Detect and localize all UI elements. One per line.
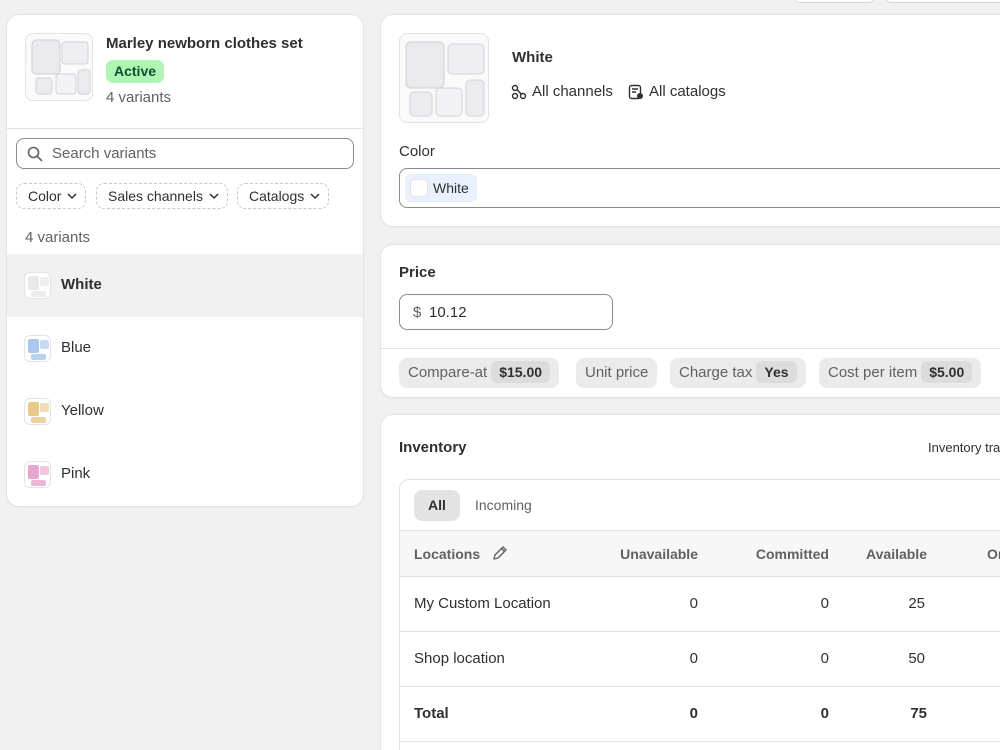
product-variant-count: 4 variants xyxy=(106,89,172,106)
column-available: Available xyxy=(866,546,927,562)
available-value[interactable]: 50 xyxy=(825,650,925,667)
color-label: Color xyxy=(399,143,435,160)
variant-title: White xyxy=(512,49,553,66)
column-locations: Locations xyxy=(414,546,481,562)
total-unavailable: 0 xyxy=(689,705,698,722)
inventory-table: All Incoming Locations Unavailable Commi… xyxy=(399,479,1000,750)
variant-thumbnail xyxy=(24,398,51,425)
filter-label: Catalogs xyxy=(249,188,305,204)
currency-symbol: $ xyxy=(413,304,422,321)
compare-at-pill[interactable]: Compare-at $15.00 xyxy=(399,358,560,388)
filter-sales-channels[interactable]: Sales channels xyxy=(96,183,228,209)
committed-value: 0 xyxy=(820,595,829,612)
compare-at-value: $15.00 xyxy=(491,361,551,383)
charge-tax-label: Charge tax xyxy=(679,364,753,381)
variant-row-yellow[interactable]: Yellow xyxy=(7,380,363,443)
color-chip[interactable]: White xyxy=(405,174,477,202)
variant-label: Blue xyxy=(61,339,92,356)
table-row: My Custom Location 0 0 25 xyxy=(400,577,1000,632)
chevron-down-icon xyxy=(209,193,219,200)
all-catalogs-link[interactable]: All catalogs xyxy=(628,83,726,100)
header-button-hint[interactable] xyxy=(887,0,1000,2)
compare-at-label: Compare-at xyxy=(408,364,488,381)
divider xyxy=(381,348,1000,349)
search-icon xyxy=(27,146,43,162)
variant-row-white[interactable]: White xyxy=(7,254,363,317)
tab-all[interactable]: All xyxy=(414,490,460,521)
variant-label: Pink xyxy=(61,465,91,482)
catalog-icon xyxy=(628,84,643,100)
inventory-tracking-link[interactable]: Inventory tra xyxy=(928,440,1000,455)
tab-incoming[interactable]: Incoming xyxy=(461,490,546,521)
cost-per-item-label: Cost per item xyxy=(828,364,918,381)
unit-price-pill[interactable]: Unit price xyxy=(576,358,658,388)
variants-count: 4 variants xyxy=(25,229,91,246)
total-label: Total xyxy=(414,705,449,722)
search-variants-field[interactable] xyxy=(16,138,354,169)
all-catalogs-label: All catalogs xyxy=(649,83,726,100)
location-name: My Custom Location xyxy=(414,595,551,612)
committed-value: 0 xyxy=(820,650,829,667)
variants-sidebar: Marley newborn clothes set Active 4 vari… xyxy=(7,15,363,506)
price-label: Price xyxy=(399,264,436,281)
filter-color[interactable]: Color xyxy=(16,183,87,209)
inventory-title: Inventory xyxy=(399,439,467,456)
charge-tax-pill[interactable]: Charge tax Yes xyxy=(670,358,806,388)
variant-image[interactable] xyxy=(399,33,489,123)
all-channels-link[interactable]: All channels xyxy=(511,83,613,100)
header-button-hint[interactable] xyxy=(795,0,873,2)
price-value: 10.12 xyxy=(429,304,467,321)
channels-icon xyxy=(511,84,527,100)
inventory-card: Inventory Inventory tra All Incoming Loc… xyxy=(381,415,1000,750)
variant-row-pink[interactable]: Pink xyxy=(7,443,363,506)
variant-thumbnail xyxy=(24,461,51,488)
variant-label: Yellow xyxy=(61,402,104,419)
unavailable-value[interactable]: 0 xyxy=(598,595,698,612)
price-input[interactable]: $ 10.12 xyxy=(399,294,613,330)
status-badge: Active xyxy=(106,60,165,83)
filter-label: Sales channels xyxy=(108,188,203,204)
product-thumbnail[interactable] xyxy=(25,33,93,101)
table-header: Locations Unavailable Committed Availabl… xyxy=(400,530,1000,577)
color-swatch xyxy=(411,180,427,196)
cost-per-item-value: $5.00 xyxy=(921,361,973,383)
variant-thumbnail xyxy=(24,335,51,362)
chevron-down-icon xyxy=(67,193,77,200)
total-committed: 0 xyxy=(820,705,829,722)
total-available: 75 xyxy=(910,705,927,722)
unit-price-label: Unit price xyxy=(585,364,649,381)
variant-thumbnail xyxy=(24,272,51,299)
cost-per-item-pill[interactable]: Cost per item $5.00 xyxy=(819,358,982,388)
location-name: Shop location xyxy=(414,650,505,667)
all-channels-label: All channels xyxy=(532,83,613,100)
filter-label: Color xyxy=(28,188,62,204)
variant-row-blue[interactable]: Blue xyxy=(7,317,363,380)
table-total-row: Total 0 0 75 xyxy=(400,687,1000,742)
column-committed: Committed xyxy=(755,546,829,562)
column-unavailable: Unavailable xyxy=(620,546,698,562)
color-field[interactable]: White xyxy=(399,168,1000,208)
charge-tax-value: Yes xyxy=(756,361,797,383)
pencil-icon[interactable] xyxy=(492,545,508,561)
variant-detail-card: White All channels All catalogs Color Wh… xyxy=(381,15,1000,226)
variant-label: White xyxy=(61,276,102,293)
product-title: Marley newborn clothes set xyxy=(106,35,303,52)
price-card: Price $ 10.12 Compare-at $15.00 Unit pric… xyxy=(381,245,1000,397)
product-header: Marley newborn clothes set Active 4 vari… xyxy=(7,15,363,129)
unavailable-value[interactable]: 0 xyxy=(598,650,698,667)
search-input[interactable] xyxy=(52,139,342,168)
table-row: Shop location 0 0 50 xyxy=(400,632,1000,687)
color-value: White xyxy=(433,180,469,196)
available-value[interactable]: 25 xyxy=(825,595,925,612)
chevron-down-icon xyxy=(310,193,320,200)
filter-catalogs[interactable]: Catalogs xyxy=(237,183,330,209)
column-on-hand: Or xyxy=(987,546,1000,562)
